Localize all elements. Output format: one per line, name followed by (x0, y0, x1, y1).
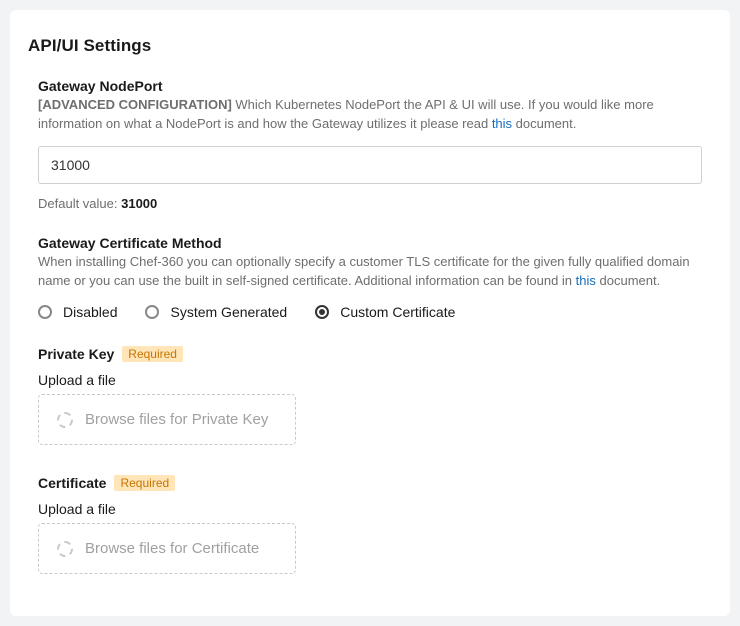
private-key-label: Private Key (38, 346, 114, 362)
radio-custom-certificate[interactable]: Custom Certificate (315, 304, 455, 320)
private-key-group: Private Key Required Upload a file Brows… (38, 346, 702, 445)
certmethod-help-suffix: document. (596, 273, 660, 288)
nodeport-default-hint: Default value: 31000 (38, 196, 702, 211)
radio-disabled-label: Disabled (63, 304, 117, 320)
private-key-instruction: Upload a file (38, 372, 702, 388)
radio-icon (145, 305, 159, 319)
radio-icon (38, 305, 52, 319)
page-container: API/UI Settings Gateway NodePort [ADVANC… (0, 0, 740, 626)
certificate-label: Certificate (38, 475, 106, 491)
nodeport-help-link[interactable]: this (492, 116, 512, 131)
private-key-label-row: Private Key Required (38, 346, 183, 362)
settings-card: API/UI Settings Gateway NodePort [ADVANC… (10, 10, 730, 616)
nodeport-help-suffix: document. (512, 116, 576, 131)
radio-disabled[interactable]: Disabled (38, 304, 117, 320)
certificate-dropzone[interactable]: Browse files for Certificate (38, 523, 296, 574)
nodeport-section: Gateway NodePort [ADVANCED CONFIGURATION… (38, 78, 702, 211)
nodeport-default-value: 31000 (121, 196, 157, 211)
radio-custom-label: Custom Certificate (340, 304, 455, 320)
required-badge: Required (114, 475, 175, 491)
certmethod-label: Gateway Certificate Method (38, 235, 702, 251)
nodeport-label: Gateway NodePort (38, 78, 702, 94)
certificate-instruction: Upload a file (38, 501, 702, 517)
private-key-dropzone[interactable]: Browse files for Private Key (38, 394, 296, 445)
certificate-dropzone-text: Browse files for Certificate (85, 540, 259, 557)
page-title: API/UI Settings (28, 36, 712, 56)
certmethod-radio-group: Disabled System Generated Custom Certifi… (38, 304, 702, 320)
nodeport-input[interactable] (38, 146, 702, 184)
upload-icon (57, 541, 73, 557)
upload-icon (57, 412, 73, 428)
radio-system-label: System Generated (170, 304, 287, 320)
certmethod-section: Gateway Certificate Method When installi… (38, 235, 702, 575)
nodeport-default-prefix: Default value: (38, 196, 121, 211)
nodeport-help: [ADVANCED CONFIGURATION] Which Kubernete… (38, 96, 702, 134)
certmethod-help: When installing Chef-360 you can optiona… (38, 253, 702, 291)
radio-system-generated[interactable]: System Generated (145, 304, 287, 320)
radio-icon (315, 305, 329, 319)
certificate-group: Certificate Required Upload a file Brows… (38, 475, 702, 574)
nodeport-help-prefix: [ADVANCED CONFIGURATION] (38, 97, 232, 112)
certificate-label-row: Certificate Required (38, 475, 175, 491)
private-key-dropzone-text: Browse files for Private Key (85, 411, 268, 428)
certmethod-help-link[interactable]: this (576, 273, 596, 288)
required-badge: Required (122, 346, 183, 362)
